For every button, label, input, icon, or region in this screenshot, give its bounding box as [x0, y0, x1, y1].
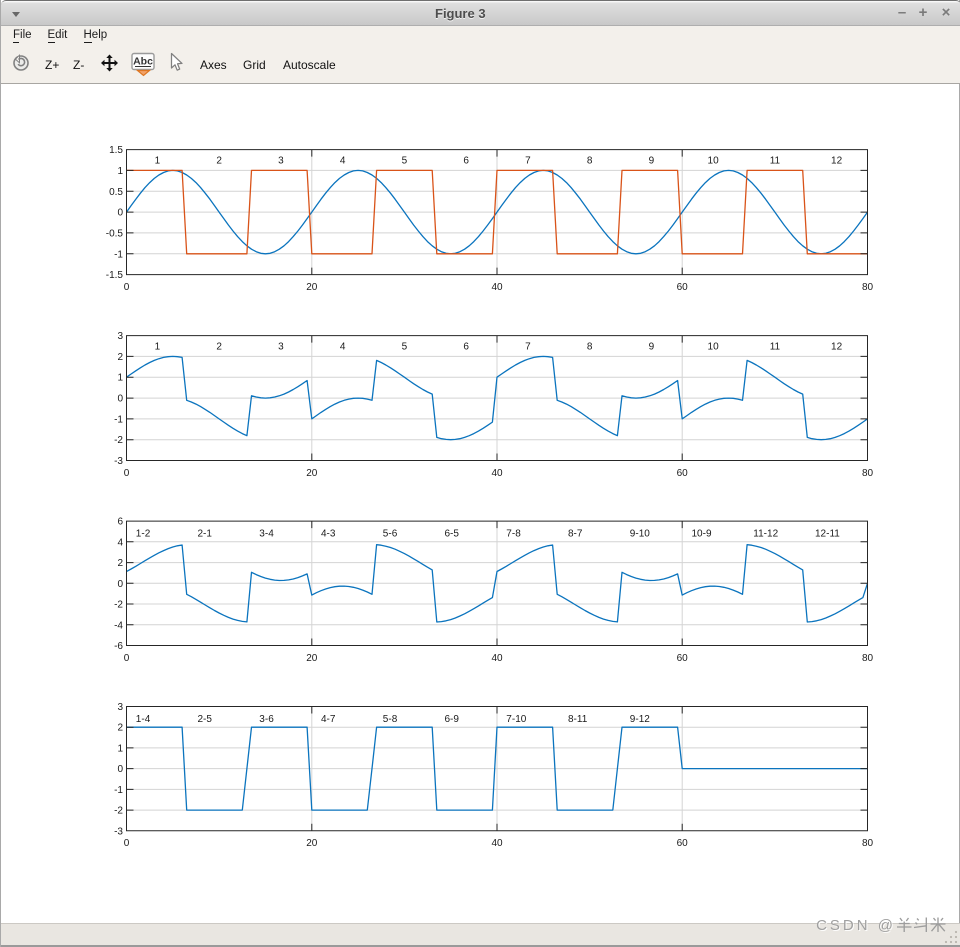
svg-text:2-1: 2-1: [198, 529, 213, 540]
svg-text:11: 11: [770, 342, 781, 353]
svg-text:5: 5: [402, 342, 408, 353]
svg-text:80: 80: [862, 653, 874, 664]
svg-text:60: 60: [677, 653, 689, 664]
svg-text:-1: -1: [114, 249, 123, 260]
svg-text:11: 11: [770, 155, 781, 166]
svg-text:40: 40: [491, 282, 503, 293]
svg-text:60: 60: [677, 468, 689, 479]
svg-text:1: 1: [155, 155, 161, 166]
svg-text:12: 12: [831, 342, 843, 353]
svg-text:20: 20: [306, 838, 318, 849]
svg-text:10: 10: [708, 155, 720, 166]
svg-text:3: 3: [117, 702, 123, 713]
svg-text:3: 3: [117, 331, 123, 342]
svg-text:5-6: 5-6: [383, 529, 398, 540]
svg-text:6: 6: [463, 342, 469, 353]
svg-text:8-7: 8-7: [568, 529, 583, 540]
svg-text:60: 60: [677, 282, 689, 293]
svg-text:12: 12: [831, 155, 843, 166]
svg-text:80: 80: [862, 838, 874, 849]
svg-text:5: 5: [402, 155, 408, 166]
svg-text:-6: -6: [114, 641, 123, 652]
svg-text:80: 80: [862, 468, 874, 479]
svg-text:20: 20: [306, 653, 318, 664]
svg-text:2: 2: [216, 155, 222, 166]
svg-text:-1: -1: [114, 414, 123, 425]
svg-text:1: 1: [117, 373, 123, 384]
svg-text:-3: -3: [114, 826, 123, 837]
svg-text:0: 0: [117, 394, 123, 405]
svg-text:0: 0: [124, 653, 130, 664]
svg-text:1: 1: [117, 166, 123, 177]
svg-text:9-10: 9-10: [630, 529, 650, 540]
svg-text:9: 9: [649, 155, 655, 166]
svg-text:7: 7: [525, 155, 531, 166]
svg-text:0: 0: [124, 468, 130, 479]
svg-text:6-9: 6-9: [445, 714, 460, 725]
svg-text:80: 80: [862, 282, 874, 293]
svg-text:2: 2: [216, 342, 222, 353]
svg-text:7-8: 7-8: [506, 529, 521, 540]
svg-text:0: 0: [117, 764, 123, 775]
svg-text:3-4: 3-4: [259, 529, 274, 540]
svg-text:Abc: Abc: [133, 56, 153, 68]
svg-text:0.5: 0.5: [109, 187, 123, 198]
svg-text:1.5: 1.5: [109, 145, 123, 156]
svg-text:7: 7: [525, 342, 531, 353]
svg-text:-4: -4: [114, 620, 123, 631]
svg-text:4: 4: [340, 155, 346, 166]
svg-text:-3: -3: [114, 456, 123, 467]
svg-text:1-4: 1-4: [136, 714, 151, 725]
svg-text:40: 40: [491, 653, 503, 664]
svg-text:0: 0: [124, 282, 130, 293]
svg-text:-1: -1: [114, 785, 123, 796]
svg-text:-1.5: -1.5: [106, 270, 124, 281]
svg-text:10: 10: [708, 342, 720, 353]
svg-text:6-5: 6-5: [445, 529, 460, 540]
svg-text:3-6: 3-6: [259, 714, 274, 725]
svg-text:40: 40: [491, 838, 503, 849]
svg-text:5-8: 5-8: [383, 714, 398, 725]
svg-text:0: 0: [117, 208, 123, 219]
svg-text:-2: -2: [114, 600, 123, 611]
svg-text:8-11: 8-11: [568, 714, 588, 725]
svg-text:11-12: 11-12: [753, 529, 778, 540]
svg-text:6: 6: [117, 517, 123, 528]
svg-text:12-11: 12-11: [815, 529, 840, 540]
svg-text:8: 8: [587, 155, 593, 166]
svg-text:0: 0: [117, 579, 123, 590]
svg-text:2: 2: [117, 723, 123, 734]
svg-text:-2: -2: [114, 435, 123, 446]
svg-text:4: 4: [117, 537, 123, 548]
svg-text:4: 4: [340, 342, 346, 353]
svg-text:9-12: 9-12: [630, 714, 650, 725]
svg-text:2-5: 2-5: [198, 714, 213, 725]
svg-text:2: 2: [117, 558, 123, 569]
svg-text:10-9: 10-9: [692, 529, 712, 540]
svg-text:6: 6: [463, 155, 469, 166]
svg-text:4-7: 4-7: [321, 714, 336, 725]
svg-text:9: 9: [649, 342, 655, 353]
svg-text:8: 8: [587, 342, 593, 353]
svg-text:1-2: 1-2: [136, 529, 151, 540]
svg-text:3: 3: [278, 155, 284, 166]
svg-text:4-3: 4-3: [321, 529, 336, 540]
svg-text:20: 20: [306, 282, 318, 293]
svg-text:7-10: 7-10: [506, 714, 526, 725]
svg-text:2: 2: [117, 352, 123, 363]
svg-text:-2: -2: [114, 806, 123, 817]
svg-text:20: 20: [306, 468, 318, 479]
svg-text:0: 0: [124, 838, 130, 849]
svg-text:40: 40: [491, 468, 503, 479]
svg-text:3: 3: [278, 342, 284, 353]
svg-text:1: 1: [155, 342, 161, 353]
svg-text:60: 60: [677, 838, 689, 849]
svg-text:1: 1: [117, 743, 123, 754]
svg-text:-0.5: -0.5: [106, 228, 124, 239]
